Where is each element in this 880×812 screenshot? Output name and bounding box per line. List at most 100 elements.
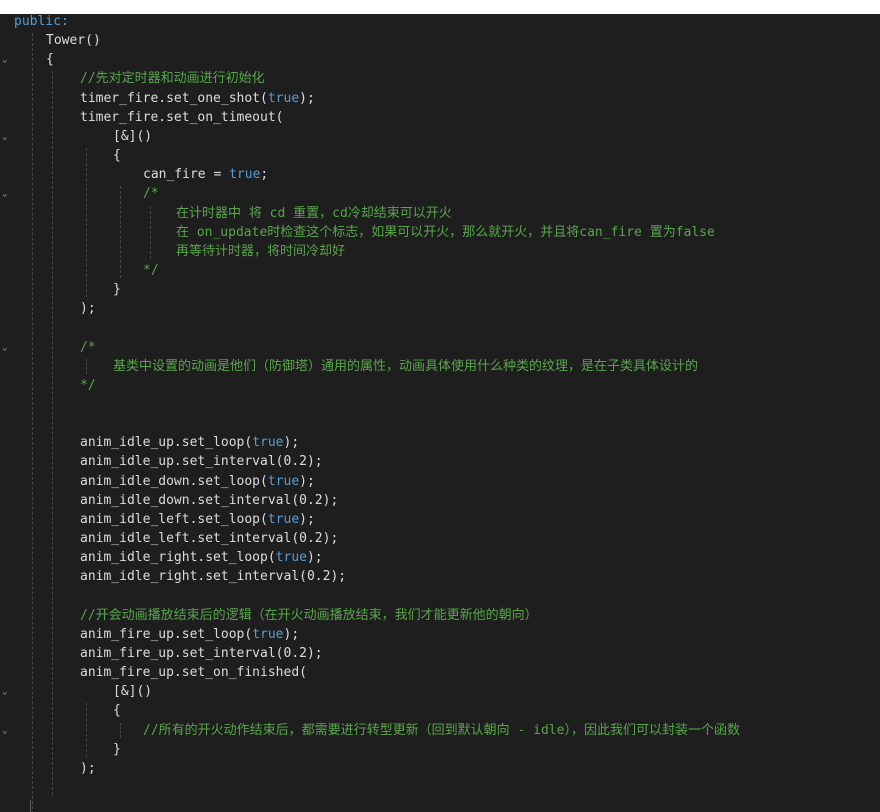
code-comment: /* [80, 339, 96, 355]
code-keyword: true [252, 626, 284, 642]
code-line[interactable]: [&]() [113, 682, 152, 701]
code-token: } [113, 741, 121, 757]
chevron-down-icon[interactable]: ⌄ [2, 688, 10, 697]
code-token: anim_idle_left.set_loop( [80, 511, 268, 527]
code-comment: */ [143, 262, 159, 278]
code-token: anim_fire_up.set_on_finished( [80, 665, 307, 681]
code-line[interactable]: can_fire = true; [143, 165, 268, 184]
indent-guide [52, 71, 53, 796]
code-line[interactable]: anim_idle_up.set_loop(true); [80, 433, 299, 452]
indent-guide [86, 148, 87, 298]
code-keyword: true [252, 435, 284, 451]
code-line[interactable]: anim_fire_up.set_loop(true); [80, 625, 299, 644]
code-token: ); [80, 760, 96, 776]
code-keyword: true [267, 473, 300, 489]
chevron-down-icon[interactable]: ⌄ [2, 726, 10, 735]
code-line[interactable]: anim_idle_down.set_interval(0.2); [80, 491, 338, 510]
code-line[interactable]: { [46, 50, 54, 69]
code-comment: //开会动画播放结束后的逻辑（在开火动画播放结束，我们才能更新他的朝向） [80, 607, 538, 623]
code-token: ); [283, 435, 300, 451]
code-line[interactable]: ); [80, 299, 96, 318]
code-line[interactable]: timer_fire.set_on_timeout( [80, 108, 284, 127]
code-line[interactable]: anim_idle_left.set_interval(0.2); [80, 529, 338, 548]
code-line[interactable]: anim_fire_up.set_on_finished( [80, 663, 307, 682]
indent-guide [86, 358, 87, 374]
indent-guide [150, 205, 151, 259]
code-line[interactable]: 基类中设置的动画是他们（防御塔）通用的属性，动画具体使用什么种类的纹理，是在子类… [113, 357, 698, 376]
code-token: anim_idle_right.set_interval(0.2); [80, 569, 347, 585]
code-line[interactable]: { [113, 146, 121, 165]
code-line[interactable]: 再等待计时器，将时间冷却好 [176, 242, 345, 261]
code-token: anim_fire_up.set_loop( [80, 626, 253, 642]
code-token: ); [299, 473, 315, 489]
code-token: ); [299, 90, 315, 106]
code-token: can_fire = [143, 167, 230, 183]
code-editor[interactable]: ⌄ ⌄ ⌄ ⌄ ⌄ ⌄ public: Tower() { //先对定时器和动画进行初始化 tim… [0, 14, 880, 812]
code-token: ); [283, 626, 300, 642]
code-line[interactable]: anim_idle_left.set_loop(true); [80, 510, 315, 529]
editor-gutter: ⌄ ⌄ ⌄ ⌄ ⌄ ⌄ [0, 14, 14, 812]
code-line[interactable]: */ [80, 376, 96, 395]
code-comment: 在 on_update时检查这个标志，如果可以开火，那么就开火，并且将can_f… [176, 224, 715, 240]
code-token: anim_idle_up.set_loop( [80, 435, 253, 451]
code-comment: */ [80, 377, 96, 393]
code-line[interactable]: //开会动画播放结束后的逻辑（在开火动画播放结束，我们才能更新他的朝向） [80, 606, 538, 625]
code-line[interactable]: } [113, 740, 121, 759]
code-line[interactable]: Tower() [46, 31, 101, 50]
code-token: anim_fire_up.set_interval(0.2); [80, 645, 323, 661]
code-token: ; [260, 167, 269, 183]
scroll-cut-line [30, 800, 37, 812]
code-line[interactable]: ); [80, 759, 96, 778]
chevron-down-icon[interactable]: ⌄ [2, 132, 10, 141]
code-line[interactable]: anim_idle_up.set_interval(0.2); [80, 452, 323, 471]
code-comment: //先对定时器和动画进行初始化 [80, 71, 265, 87]
code-line[interactable]: 在 on_update时检查这个标志，如果可以开火，那么就开火，并且将can_f… [176, 223, 715, 242]
code-keyword: true [267, 90, 300, 106]
chevron-down-icon[interactable]: ⌄ [2, 56, 10, 65]
code-comment: 在计时器中 将 cd 重置，cd冷却结束可以开火 [176, 205, 452, 221]
code-token: ); [299, 511, 315, 527]
code-line[interactable]: public: [14, 14, 69, 31]
code-comment: //所有的开火动作结束后，都需要进行转型更新（回到默认朝向 - idle），因此… [143, 722, 740, 738]
code-token: } [113, 282, 121, 298]
code-comment: /* [143, 186, 159, 202]
code-token: anim_idle_left.set_interval(0.2); [80, 531, 339, 547]
chevron-down-icon[interactable]: ⌄ [2, 343, 10, 352]
code-token: [&]() [113, 128, 153, 144]
code-line[interactable]: { [113, 701, 121, 720]
code-token: Tower() [46, 33, 101, 49]
code-line[interactable]: */ [143, 261, 159, 280]
chevron-down-icon[interactable]: ⌄ [2, 190, 10, 199]
code-line[interactable]: //所有的开火动作结束后，都需要进行转型更新（回到默认朝向 - idle），因此… [143, 721, 740, 740]
indent-guide [32, 33, 33, 812]
code-line[interactable]: //先对定时器和动画进行初始化 [80, 69, 265, 88]
code-line[interactable]: anim_idle_down.set_loop(true); [80, 472, 315, 491]
code-keyword: true [229, 167, 261, 183]
code-token: anim_idle_down.set_loop( [80, 473, 268, 489]
code-token: { [113, 703, 121, 719]
code-token: [&]() [113, 684, 153, 700]
code-line[interactable]: } [113, 280, 121, 299]
code-line[interactable]: anim_idle_right.set_interval(0.2); [80, 567, 346, 586]
indent-guide [120, 186, 121, 279]
code-token: anim_idle_up.set_interval(0.2); [80, 454, 323, 470]
code-token: ); [306, 550, 323, 566]
code-line[interactable]: 在计时器中 将 cd 重置，cd冷却结束可以开火 [176, 204, 452, 223]
code-keyword: public: [14, 14, 69, 29]
code-line[interactable]: /* [143, 184, 159, 203]
code-line[interactable]: anim_idle_right.set_loop(true); [80, 548, 323, 567]
code-token: { [46, 52, 54, 68]
code-token: timer_fire.set_one_shot( [80, 90, 268, 106]
code-comment: 再等待计时器，将时间冷却好 [176, 243, 346, 259]
code-comment: 基类中设置的动画是他们（防御塔）通用的属性，动画具体使用什么种类的纹理，是在子类… [113, 358, 699, 374]
code-line[interactable]: timer_fire.set_one_shot(true); [80, 89, 315, 108]
code-token: anim_idle_right.set_loop( [80, 550, 276, 566]
code-token: anim_idle_down.set_interval(0.2); [80, 492, 339, 508]
code-line[interactable]: [&]() [113, 127, 152, 146]
code-token: { [113, 148, 121, 164]
code-line[interactable]: /* [80, 338, 96, 357]
code-keyword: true [275, 550, 307, 566]
code-keyword: true [267, 511, 300, 527]
code-token: timer_fire.set_on_timeout( [80, 109, 284, 125]
code-line[interactable]: anim_fire_up.set_interval(0.2); [80, 644, 323, 663]
